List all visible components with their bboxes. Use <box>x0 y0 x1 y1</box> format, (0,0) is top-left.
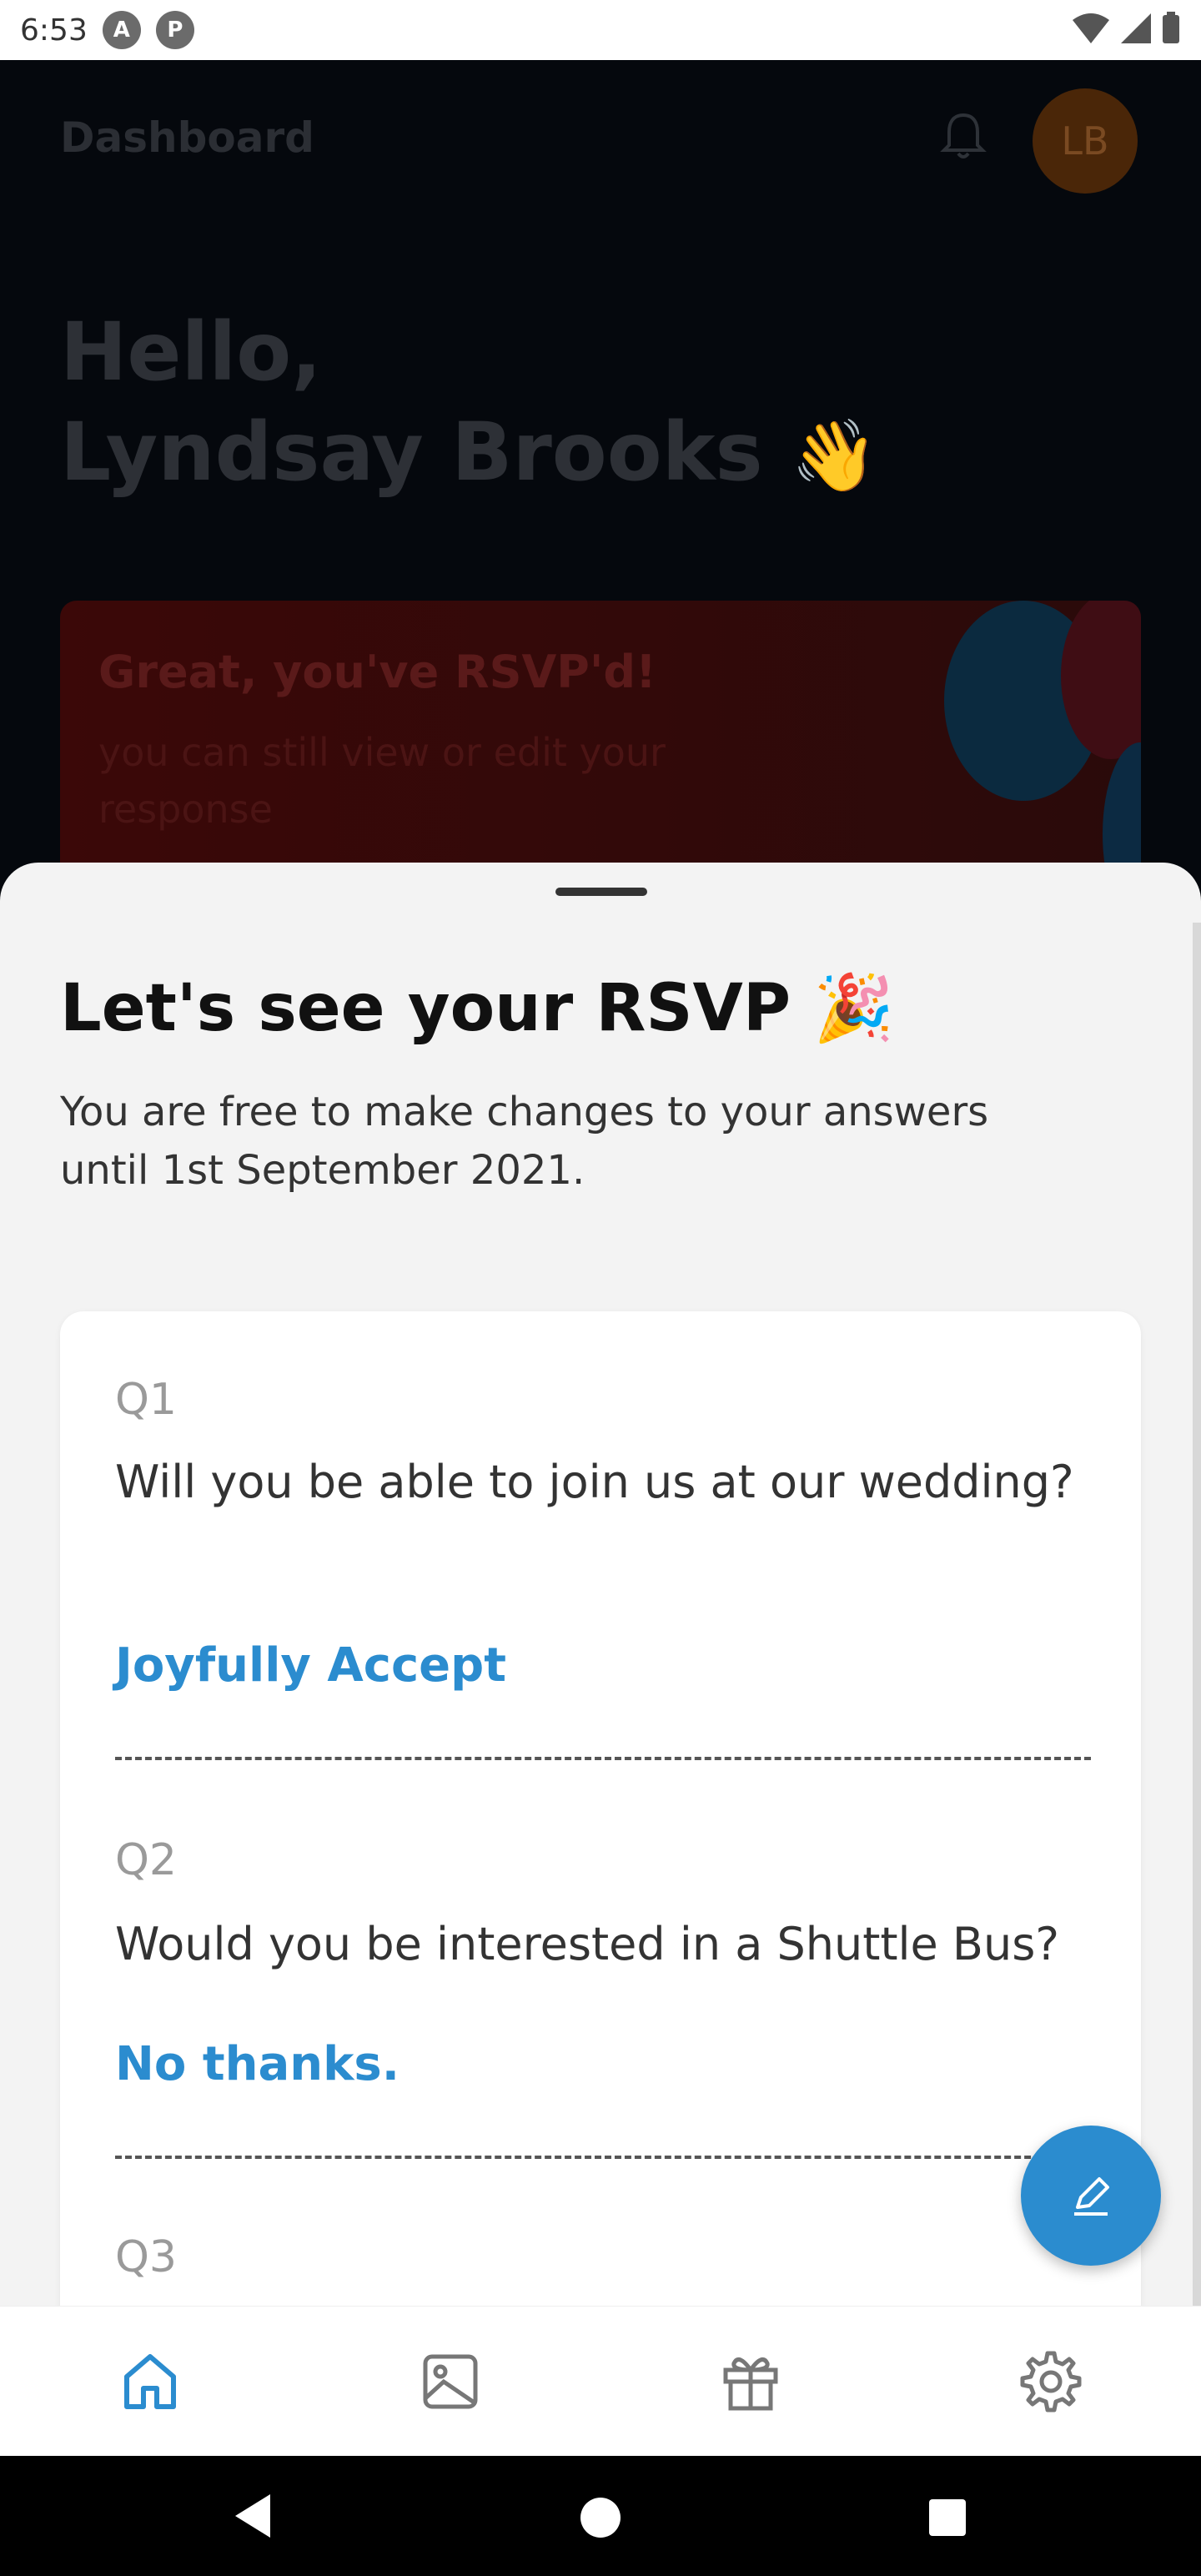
divider <box>115 2156 1091 2159</box>
dashboard-background: Dashboard LB Hello, Lyndsay Brooks 👋 Gre… <box>0 60 1201 951</box>
status-indicators <box>1071 12 1181 45</box>
question-number: Q1 <box>115 1375 178 1425</box>
settings-icon <box>1020 2351 1082 2412</box>
nav-home[interactable] <box>104 2336 196 2428</box>
sheet-title: Let's see your RSVP 🎉 <box>60 971 895 1046</box>
greeting-name: Lyndsay Brooks <box>60 405 763 499</box>
rsvp-answers-card: Q1 Will you be able to join us at our we… <box>60 1311 1141 2306</box>
bell-icon[interactable] <box>934 107 992 165</box>
gallery-icon <box>423 2354 478 2408</box>
home-button[interactable] <box>580 2498 621 2538</box>
back-icon[interactable] <box>232 2491 274 2541</box>
nav-settings[interactable] <box>1005 2336 1097 2428</box>
status-time: 6:53 <box>20 13 88 48</box>
bottom-navigation <box>0 2306 1201 2456</box>
waving-hand-icon: 👋 <box>791 415 878 496</box>
wifi-icon <box>1073 13 1109 43</box>
battery-icon <box>1163 12 1179 43</box>
system-navigation-bar <box>0 2456 1201 2576</box>
sheet-drag-handle[interactable] <box>555 888 647 896</box>
scrollbar[interactable] <box>1193 923 1201 2306</box>
page-title: Dashboard <box>60 113 314 162</box>
edit-rsvp-button[interactable] <box>1021 2126 1161 2266</box>
recents-button[interactable] <box>929 2499 966 2536</box>
question-answer: No thanks. <box>115 2037 399 2091</box>
banner-title: Great, you've RSVP'd! <box>98 646 656 698</box>
rsvp-bottom-sheet: Let's see your RSVP 🎉 You are free to ma… <box>0 863 1201 2306</box>
question-number: Q2 <box>115 1835 178 1885</box>
gift-icon <box>723 2357 778 2410</box>
app-notification-icon: A <box>102 11 141 49</box>
question-answer: Joyfully Accept <box>115 1638 506 1693</box>
banner-subtitle: you can still view or edit your response <box>98 730 666 832</box>
avatar[interactable]: LB <box>1033 88 1138 194</box>
question-number: Q3 <box>115 2232 178 2282</box>
greeting-line-1: Hello, <box>60 305 322 399</box>
divider <box>115 1757 1091 1760</box>
sheet-subtitle: You are free to make changes to your ans… <box>60 1089 989 1194</box>
greeting: Hello, Lyndsay Brooks 👋 <box>60 302 878 506</box>
question-text: Will you be able to join us at our weddi… <box>115 1456 1074 1508</box>
status-bar: 6:53 A P <box>0 0 1201 60</box>
nav-gifts[interactable] <box>705 2336 796 2428</box>
question-text: Would you be interested in a Shuttle Bus… <box>115 1918 1059 1970</box>
pencil-icon <box>1074 2177 1109 2216</box>
app-notification-icon: P <box>155 11 194 49</box>
nav-gallery[interactable] <box>405 2336 496 2428</box>
signal-icon <box>1121 13 1151 43</box>
home-icon <box>124 2353 176 2409</box>
